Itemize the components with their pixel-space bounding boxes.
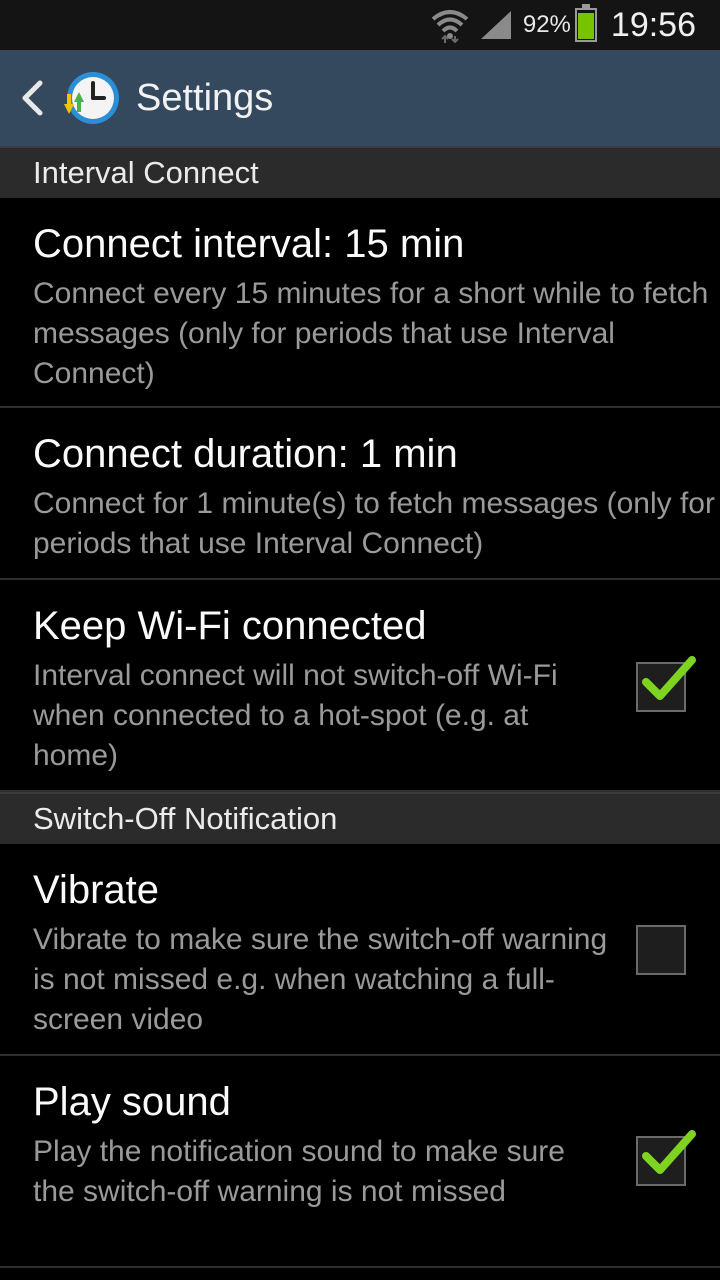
play-sound-checkbox[interactable] <box>636 1130 696 1186</box>
wifi-icon <box>431 7 469 43</box>
page-title: Settings <box>136 76 274 119</box>
keep-wifi-checkbox[interactable] <box>636 656 696 712</box>
pref-vibrate[interactable]: Vibrate Vibrate to make sure the switch-… <box>0 844 720 1056</box>
section-header-interval-connect: Interval Connect <box>0 146 720 198</box>
clock: 19:56 <box>610 5 696 44</box>
check-icon <box>642 656 696 700</box>
chevron-left-icon[interactable] <box>12 50 52 146</box>
pref-summary: Vibrate to make sure the switch-off warn… <box>33 923 608 1036</box>
clock-sync-icon[interactable] <box>60 68 120 128</box>
check-icon <box>642 1130 696 1174</box>
vibrate-checkbox[interactable] <box>636 925 686 975</box>
pref-summary: Connect every 15 minutes for a short whi… <box>33 277 709 390</box>
settings-list: Interval Connect Connect interval: 15 mi… <box>0 146 720 1268</box>
signal-icon <box>479 9 513 41</box>
battery-level <box>577 13 594 39</box>
pref-summary: Connect for 1 minute(s) to fetch message… <box>33 487 715 560</box>
pref-summary: Play the notification sound to make sure… <box>33 1135 565 1208</box>
battery-icon <box>574 4 597 42</box>
pref-connect-interval[interactable]: Connect interval: 15 min Connect every 1… <box>0 198 720 408</box>
action-bar: Settings <box>0 50 720 146</box>
pref-connect-duration[interactable]: Connect duration: 1 min Connect for 1 mi… <box>0 408 720 580</box>
pref-title: Play sound <box>33 1080 231 1124</box>
status-bar: 92% 19:56 <box>0 0 720 50</box>
pref-summary: Interval connect will not switch-off Wi-… <box>33 659 558 772</box>
pref-title: Keep Wi-Fi connected <box>33 604 427 648</box>
pref-title: Vibrate <box>33 868 160 912</box>
pref-keep-wifi-connected[interactable]: Keep Wi-Fi connected Interval connect wi… <box>0 580 720 792</box>
pref-title: Connect interval: 15 min <box>33 222 465 266</box>
battery-percent: 92% <box>522 11 571 38</box>
pref-play-sound[interactable]: Play sound Play the notification sound t… <box>0 1056 720 1268</box>
section-header-switch-off-notification: Switch-Off Notification <box>0 792 720 844</box>
pref-title: Connect duration: 1 min <box>33 432 458 476</box>
